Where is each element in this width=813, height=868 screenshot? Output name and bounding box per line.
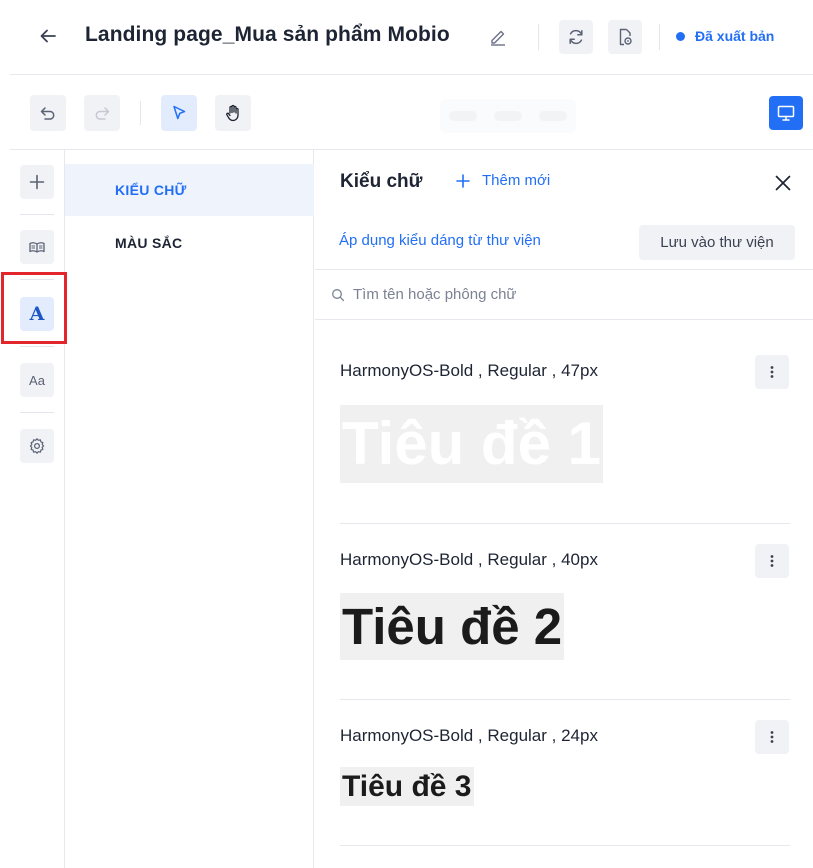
category-colors[interactable]: MÀU SẮC bbox=[65, 217, 314, 269]
panel-title: Kiểu chữ bbox=[340, 171, 423, 192]
back-button[interactable] bbox=[34, 22, 62, 50]
redo-icon bbox=[95, 107, 110, 120]
status-dot-icon bbox=[676, 31, 685, 41]
book-open-icon bbox=[29, 242, 45, 253]
search-icon bbox=[332, 288, 345, 301]
close-icon bbox=[775, 175, 791, 191]
style-more-button[interactable] bbox=[755, 544, 789, 578]
search-input[interactable] bbox=[353, 286, 793, 303]
text-size-icon: Aa bbox=[29, 372, 45, 388]
refresh-icon bbox=[569, 29, 583, 45]
ghost-item bbox=[493, 111, 522, 121]
select-tool-button[interactable] bbox=[161, 95, 197, 131]
apply-from-library-link[interactable]: Áp dụng kiểu dáng từ thư viện bbox=[339, 232, 541, 249]
desktop-view-button[interactable] bbox=[769, 96, 803, 130]
ghost-item bbox=[539, 111, 568, 121]
style-category-list: KIỂU CHỮ MÀU SẮC bbox=[65, 150, 314, 868]
rail-settings-button[interactable] bbox=[20, 429, 54, 463]
rail-separator bbox=[20, 279, 54, 280]
redo-button[interactable] bbox=[84, 95, 120, 131]
style-more-button[interactable] bbox=[755, 720, 789, 754]
hand-pan-icon bbox=[226, 104, 239, 122]
style-preview-heading-1[interactable]: Tiêu đề 1 bbox=[340, 405, 603, 483]
left-icon-rail: A Aa bbox=[10, 150, 65, 868]
rail-separator bbox=[20, 412, 54, 413]
rail-library-button[interactable] bbox=[20, 230, 54, 264]
add-new-label: Thêm mới bbox=[482, 172, 551, 189]
document-preview-icon bbox=[619, 28, 632, 46]
rename-button[interactable] bbox=[486, 24, 510, 48]
gear-icon bbox=[29, 438, 45, 454]
typography-icon: A bbox=[29, 303, 45, 325]
rail-text-size-button[interactable]: Aa bbox=[20, 363, 54, 397]
style-preview-heading-2[interactable]: Tiêu đề 2 bbox=[340, 593, 565, 660]
category-typography[interactable]: KIỂU CHỮ bbox=[65, 164, 314, 216]
search-bottom-separator bbox=[315, 319, 813, 320]
viewport-mode-group bbox=[440, 99, 576, 133]
cursor-pointer-icon bbox=[173, 105, 186, 120]
more-vertical-icon bbox=[770, 731, 774, 743]
typography-panel: Kiểu chữ Thêm mới Áp dụng kiểu dáng từ t… bbox=[315, 150, 813, 868]
header-divider bbox=[538, 24, 539, 50]
arrow-left-icon bbox=[40, 29, 56, 43]
refresh-button[interactable] bbox=[559, 20, 593, 54]
rail-add-button[interactable] bbox=[20, 165, 54, 199]
rail-separator bbox=[20, 346, 54, 347]
style-preview-heading-3[interactable]: Tiêu đề 3 bbox=[340, 767, 474, 806]
editor-toolbar bbox=[0, 75, 813, 149]
search-bar bbox=[315, 270, 813, 319]
plus-icon bbox=[456, 173, 470, 188]
plus-icon bbox=[29, 174, 45, 190]
save-to-library-button[interactable]: Lưu vào thư viện bbox=[639, 225, 795, 260]
header-divider bbox=[659, 24, 660, 50]
status-label: Đã xuất bản bbox=[695, 28, 775, 44]
style-meta: HarmonyOS-Bold , Regular , 47px bbox=[340, 361, 598, 380]
ghost-item bbox=[448, 111, 477, 121]
style-meta: HarmonyOS-Bold , Regular , 24px bbox=[340, 726, 598, 745]
more-vertical-icon bbox=[770, 366, 774, 378]
close-panel-button[interactable] bbox=[770, 170, 796, 196]
rail-separator bbox=[20, 214, 54, 215]
style-separator bbox=[340, 845, 790, 846]
style-separator bbox=[340, 523, 790, 524]
pencil-icon bbox=[491, 30, 505, 46]
preview-button[interactable] bbox=[608, 20, 642, 54]
page-title: Landing page_Mua sản phẩm Mobio bbox=[85, 23, 450, 46]
style-meta: HarmonyOS-Bold , Regular , 40px bbox=[340, 550, 598, 569]
undo-button[interactable] bbox=[30, 95, 66, 131]
desktop-monitor-icon bbox=[777, 105, 795, 121]
style-separator bbox=[340, 699, 790, 700]
app-header: Landing page_Mua sản phẩm Mobio Đã xuất … bbox=[0, 0, 813, 74]
more-vertical-icon bbox=[770, 555, 774, 567]
rail-typography-button[interactable]: A bbox=[20, 297, 54, 331]
toolbar-divider bbox=[140, 101, 141, 125]
undo-icon bbox=[40, 107, 55, 120]
publish-status: Đã xuất bản bbox=[676, 28, 774, 44]
pan-tool-button[interactable] bbox=[215, 95, 251, 131]
add-new-button[interactable]: Thêm mới bbox=[456, 172, 550, 189]
style-more-button[interactable] bbox=[755, 355, 789, 389]
